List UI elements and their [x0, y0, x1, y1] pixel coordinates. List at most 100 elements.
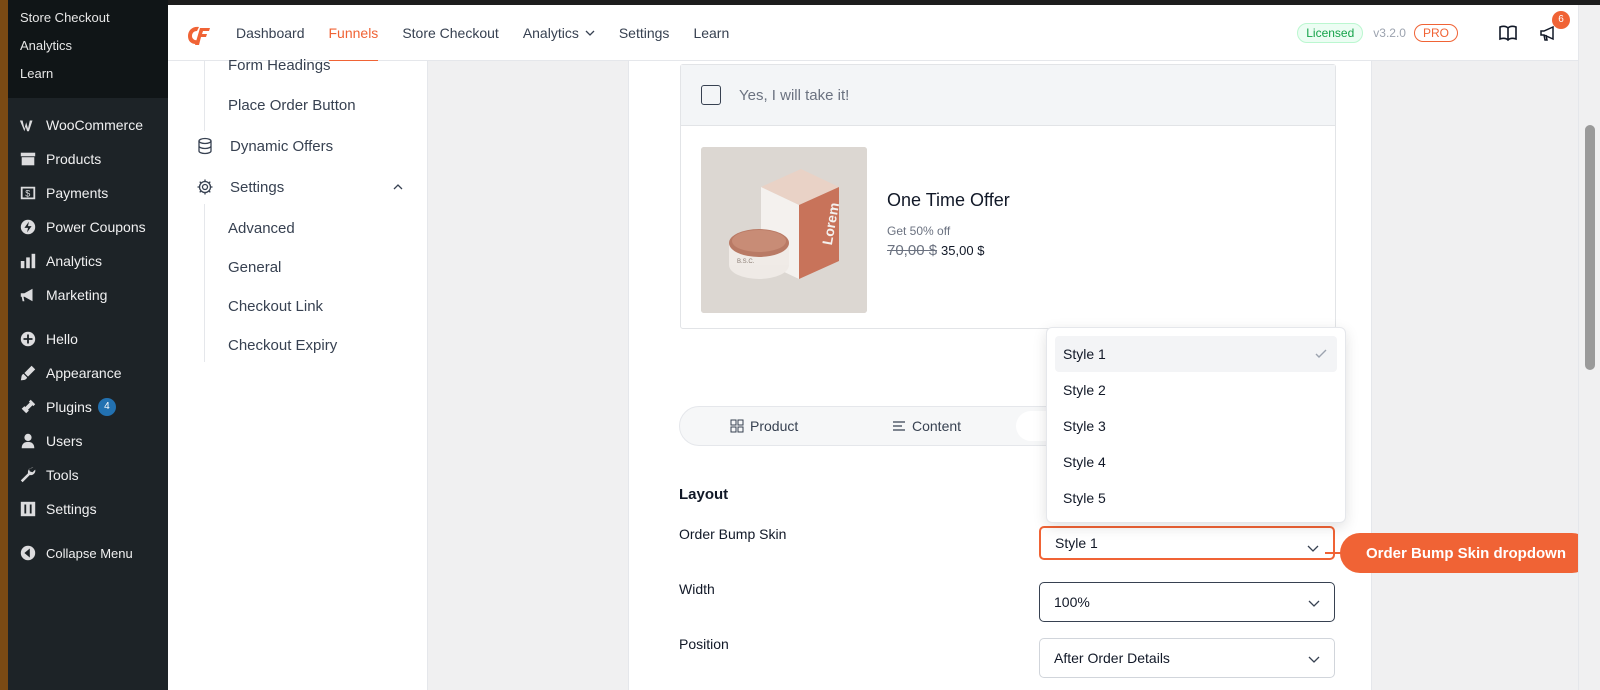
gear-icon: [197, 179, 213, 195]
nav-checkout-expiry[interactable]: Checkout Expiry: [228, 337, 337, 354]
wp-menu-power-coupons[interactable]: Power Coupons: [8, 210, 168, 244]
scrollbar-thumb[interactable]: [1585, 125, 1595, 370]
position-label: Position: [679, 636, 729, 652]
offer-price: 70,00 $ 35,00 $: [887, 242, 984, 259]
offer-title: One Time Offer: [887, 190, 1010, 210]
wp-menu-analytics[interactable]: Analytics: [8, 244, 168, 278]
order-bump-checkbox[interactable]: [701, 85, 721, 105]
wp-menu-label: Products: [46, 151, 102, 167]
wp-menu-products[interactable]: Products: [8, 142, 168, 176]
order-bump-checkbox-label: Yes, I will take it!: [739, 86, 850, 104]
plus-circle-icon: [18, 329, 38, 349]
wp-menu-tools[interactable]: Tools: [8, 458, 168, 492]
wrench-icon: [18, 465, 38, 485]
nav-settings-group[interactable]: Settings: [196, 178, 403, 196]
wp-menu-plugins[interactable]: Plugins 4: [8, 390, 168, 424]
wp-menu-label: Tools: [46, 467, 79, 483]
tab-product[interactable]: Product: [730, 418, 798, 434]
wp-admin-sidebar: Store Checkout Analytics Learn WooCommer…: [8, 0, 168, 690]
topbar-right: Licensed v3.2.0 PRO 6: [1297, 5, 1570, 61]
power-coupons-icon: [18, 217, 38, 237]
sliders-icon: [18, 499, 38, 519]
tab-content[interactable]: Content: [892, 418, 961, 434]
annotation-connector: [1325, 552, 1341, 554]
tab-content-label: Content: [912, 418, 962, 434]
pro-badge: PRO: [1413, 24, 1458, 42]
nav-form-headings[interactable]: Form Headings: [228, 57, 331, 74]
nav-learn[interactable]: Learn: [693, 5, 729, 61]
wp-menu-label: Appearance: [46, 365, 122, 381]
nav-dynamic-offers[interactable]: Dynamic Offers: [196, 137, 333, 155]
nav-place-order-button[interactable]: Place Order Button: [228, 97, 356, 114]
wp-menu-marketing[interactable]: Marketing: [8, 278, 168, 312]
jar-label-text: B.S.C.: [737, 259, 755, 265]
annotation-callout: Order Bump Skin dropdown: [1340, 533, 1592, 573]
nav-settings-label: Settings: [230, 178, 285, 196]
order-bump-skin-select[interactable]: Style 1: [1039, 526, 1335, 560]
version-label: v3.2.0: [1373, 26, 1406, 40]
submenu-store-checkout[interactable]: Store Checkout: [8, 4, 168, 32]
notifications-button[interactable]: 6: [1538, 11, 1570, 43]
skin-option-style-4[interactable]: Style 4: [1055, 444, 1337, 480]
nav-tree-line: [204, 204, 205, 362]
wp-menu-woocommerce[interactable]: WooCommerce: [8, 108, 168, 142]
nav-dashboard[interactable]: Dashboard: [236, 5, 305, 61]
submenu-learn[interactable]: Learn: [8, 60, 168, 88]
wp-menu-label: Marketing: [46, 287, 108, 303]
plugins-update-badge: 4: [97, 398, 116, 416]
skin-option-style-5[interactable]: Style 5: [1055, 480, 1337, 516]
order-bump-preview: Yes, I will take it! Lorem B.S.C. One Ti…: [680, 64, 1336, 329]
notification-count-badge: 6: [1552, 11, 1570, 29]
nav-advanced[interactable]: Advanced: [228, 220, 295, 237]
wp-menu-collapse[interactable]: Collapse Menu: [8, 536, 168, 570]
book-icon[interactable]: [1498, 23, 1518, 43]
wp-menu-label: Analytics: [46, 253, 103, 269]
dollar-card-icon: $: [18, 183, 38, 203]
nav-dynamic-offers-label: Dynamic Offers: [230, 137, 334, 155]
wp-menu-users[interactable]: Users: [8, 424, 168, 458]
width-value: 100%: [1054, 594, 1090, 610]
nav-funnels[interactable]: Funnels: [328, 5, 378, 62]
wp-menu-label: Plugins: [46, 399, 92, 415]
nav-settings[interactable]: Settings: [619, 5, 670, 61]
offer-description: Get 50% off: [887, 224, 951, 238]
chevron-down-icon: [1308, 600, 1320, 607]
width-select[interactable]: 100%: [1039, 582, 1335, 622]
cartflows-logo-icon[interactable]: [184, 18, 214, 48]
wp-menu-appearance[interactable]: Appearance: [8, 356, 168, 390]
wp-menu-label: Power Coupons: [46, 219, 146, 235]
skin-option-style-3[interactable]: Style 3: [1055, 408, 1337, 444]
wp-menu-hello[interactable]: Hello: [8, 322, 168, 356]
nav-analytics-label: Analytics: [522, 24, 579, 41]
bar-chart-icon: [18, 251, 38, 271]
wp-menu-settings[interactable]: Settings: [8, 492, 168, 526]
text-lines-icon: [893, 421, 905, 431]
cartflows-topbar: Dashboard Funnels Store Checkout Analyti…: [168, 5, 1578, 62]
position-select[interactable]: After Order Details: [1039, 638, 1335, 678]
collapse-arrow-icon: [18, 543, 38, 563]
window-left-edge: [0, 0, 8, 690]
product-photo: Lorem B.S.C.: [701, 147, 867, 313]
nav-store-checkout[interactable]: Store Checkout: [402, 5, 499, 61]
nav-checkout-link[interactable]: Checkout Link: [228, 298, 323, 315]
order-bump-skin-label: Order Bump Skin: [679, 526, 787, 542]
grid-icon: [730, 419, 744, 433]
order-bump-header: Yes, I will take it!: [681, 65, 1335, 126]
page-scrollbar[interactable]: [1578, 5, 1600, 690]
check-icon: [1315, 349, 1327, 358]
wp-menu-label: Payments: [46, 185, 109, 201]
wp-menu-payments[interactable]: $ Payments: [8, 176, 168, 210]
layout-section-title: Layout: [679, 486, 729, 503]
wp-submenu: Store Checkout Analytics Learn: [8, 0, 168, 98]
submenu-analytics[interactable]: Analytics: [8, 32, 168, 60]
chevron-down-icon: [1307, 545, 1319, 552]
nav-analytics[interactable]: Analytics: [523, 5, 595, 61]
user-icon: [18, 431, 38, 451]
order-bump-skin-value: Style 1: [1055, 535, 1098, 551]
wp-menu-label: WooCommerce: [46, 117, 143, 133]
checkout-settings-nav: Form Headings Place Order Button Dynamic…: [168, 57, 428, 690]
nav-general[interactable]: General: [228, 259, 281, 276]
product-image: Lorem B.S.C.: [701, 147, 867, 313]
skin-option-style-2[interactable]: Style 2: [1055, 372, 1337, 408]
skin-option-style-1[interactable]: Style 1: [1055, 336, 1337, 372]
